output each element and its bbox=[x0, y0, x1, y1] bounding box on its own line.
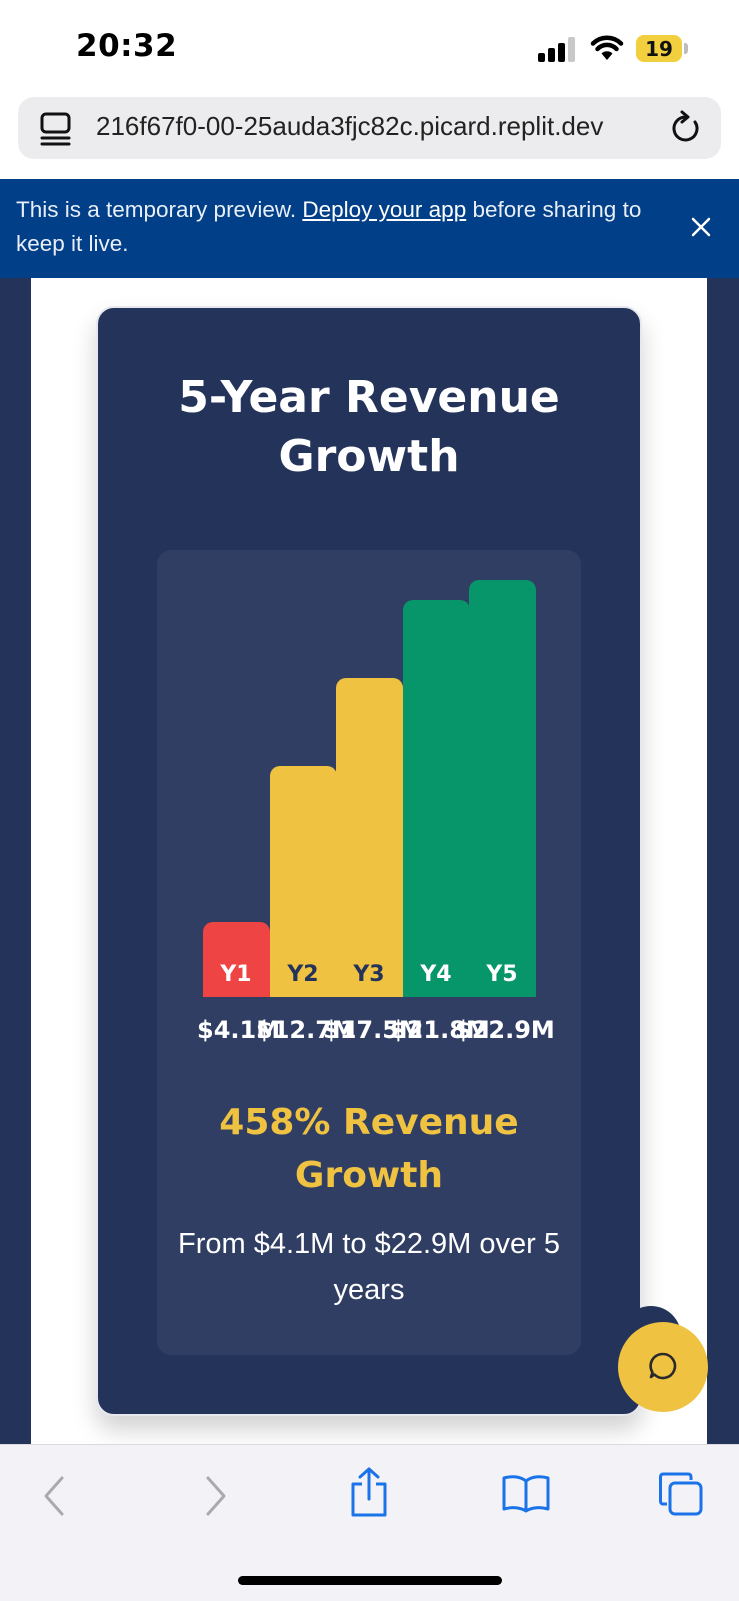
deploy-app-link[interactable]: Deploy your app bbox=[302, 197, 466, 222]
close-icon[interactable] bbox=[686, 212, 716, 242]
wifi-icon bbox=[590, 35, 624, 60]
share-icon[interactable] bbox=[348, 1466, 390, 1518]
bar-category-label: Y4 bbox=[420, 962, 452, 987]
bar-category-label: Y1 bbox=[220, 962, 252, 987]
bar-category-label: Y5 bbox=[486, 962, 518, 987]
bar-category-label: Y2 bbox=[287, 962, 319, 987]
preview-banner: This is a temporary preview. Deploy your… bbox=[0, 179, 739, 278]
card-title: 5-Year Revenue Growth bbox=[178, 372, 560, 482]
chat-button[interactable] bbox=[618, 1322, 708, 1412]
bar-y5 bbox=[469, 580, 536, 997]
battery-level: 19 bbox=[645, 37, 673, 61]
battery-icon: 19 bbox=[636, 35, 688, 62]
chat-bubble-icon bbox=[649, 1352, 677, 1380]
growth-headline: 458% Revenue Growth bbox=[219, 1102, 519, 1196]
url-text[interactable]: 216f67f0-00-25auda3fjc82c.picard.replit.… bbox=[96, 111, 603, 142]
book-icon[interactable] bbox=[501, 1473, 551, 1513]
address-bar[interactable]: 216f67f0-00-25auda3fjc82c.picard.replit.… bbox=[18, 97, 721, 159]
status-bar: 20:32 19 bbox=[0, 0, 739, 90]
back-arrow-icon[interactable] bbox=[40, 1474, 70, 1518]
tab-overview-icon[interactable] bbox=[658, 1471, 704, 1517]
status-time: 20:32 bbox=[76, 28, 178, 64]
bar-category-label: Y3 bbox=[353, 962, 385, 987]
reload-icon[interactable] bbox=[669, 110, 703, 146]
cellular-signal-icon bbox=[538, 37, 578, 62]
tabs-icon[interactable] bbox=[40, 111, 72, 147]
bar-y4 bbox=[403, 600, 470, 997]
forward-arrow-icon[interactable] bbox=[200, 1474, 230, 1518]
banner-message: This is a temporary preview. Deploy your… bbox=[16, 197, 642, 256]
bar-value-label: $22.9M bbox=[455, 1016, 555, 1044]
home-indicator bbox=[238, 1576, 502, 1585]
growth-detail: From $4.1M to $22.9M over 5 years bbox=[178, 1228, 560, 1306]
bar-y3 bbox=[336, 678, 403, 997]
